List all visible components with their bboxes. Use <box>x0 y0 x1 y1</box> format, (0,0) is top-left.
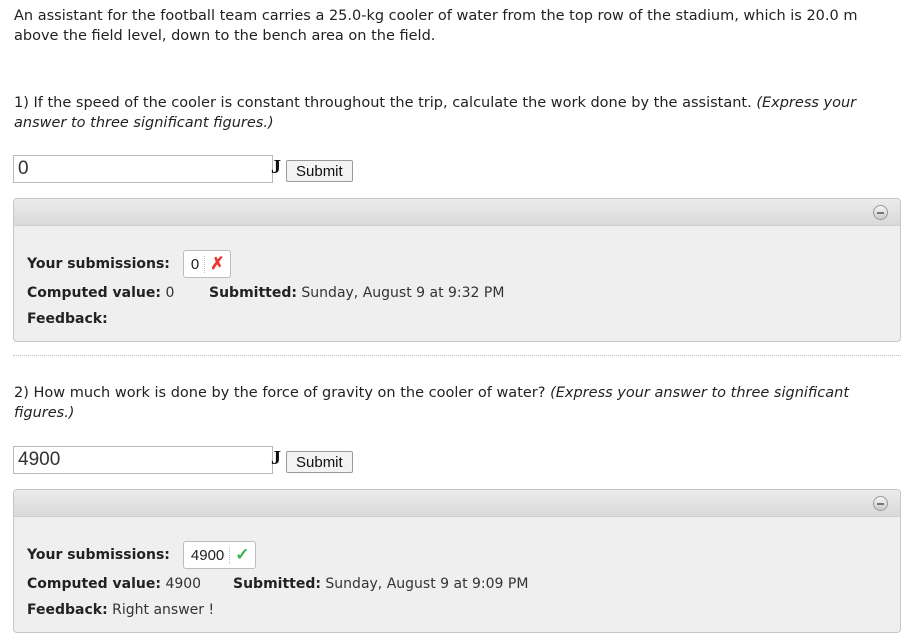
computed-value: 0 <box>165 285 175 301</box>
question-2-prompt: 2) How much work is done by the force of… <box>14 383 884 423</box>
question-1-panel-header <box>14 199 900 226</box>
question-1-prompt: 1) If the speed of the cooler is constan… <box>14 93 884 133</box>
question-2-computed-row: Computed value: 4900 <box>27 576 201 592</box>
question-2-feedback-row: Feedback: Right answer ! <box>27 602 214 618</box>
computed-value: 4900 <box>165 576 202 592</box>
check-icon: ✓ <box>235 545 250 564</box>
wrong-icon: ✗ <box>210 254 225 273</box>
question-1-submit-button[interactable]: Submit <box>286 160 353 182</box>
question-1-panel-body: Your submissions: 0 ✗ Computed value: 0 … <box>14 226 900 341</box>
question-divider <box>13 355 901 356</box>
submitted-label: Submitted: <box>209 285 297 301</box>
minus-circle-icon[interactable] <box>873 205 888 220</box>
feedback-value: Right answer ! <box>112 602 215 618</box>
submitted-value: Sunday, August 9 at 9:32 PM <box>301 285 505 301</box>
question-1-answer-input[interactable] <box>13 155 273 183</box>
question-2-unit: J <box>271 447 281 469</box>
question-1-feedback-row: Feedback: <box>27 311 108 327</box>
question-1-computed-row: Computed value: 0 <box>27 285 174 301</box>
minus-circle-icon[interactable] <box>873 496 888 511</box>
question-2-panel-body: Your submissions: 4900 ✓ Computed value:… <box>14 517 900 632</box>
submissions-label: Your submissions: <box>27 256 170 272</box>
question-1-feedback-panel: Your submissions: 0 ✗ Computed value: 0 … <box>13 198 901 342</box>
submission-chip[interactable]: 4900 ✓ <box>182 541 256 569</box>
submission-value: 4900 <box>191 546 231 564</box>
computed-label: Computed value: <box>27 576 161 592</box>
problem-intro: An assistant for the football team carri… <box>14 8 858 44</box>
question-1-number: 1) <box>14 95 29 111</box>
question-1-submitted-row: Submitted: Sunday, August 9 at 9:32 PM <box>209 285 504 301</box>
question-2-number: 2) <box>14 385 29 401</box>
submissions-label: Your submissions: <box>27 547 170 563</box>
submitted-label: Submitted: <box>233 576 321 592</box>
question-2-text: How much work is done by the force of gr… <box>33 385 546 401</box>
question-2-answer-input[interactable] <box>13 446 273 474</box>
question-2-submitted-row: Submitted: Sunday, August 9 at 9:09 PM <box>233 576 528 592</box>
question-1-text: If the speed of the cooler is constant t… <box>33 95 752 111</box>
question-2-submissions-row: Your submissions: 4900 ✓ <box>27 540 256 570</box>
question-1-unit: J <box>271 156 281 178</box>
submission-value: 0 <box>191 255 206 273</box>
submitted-value: Sunday, August 9 at 9:09 PM <box>325 576 529 592</box>
question-1-submissions-row: Your submissions: 0 ✗ <box>27 249 231 279</box>
question-2-feedback-panel: Your submissions: 4900 ✓ Computed value:… <box>13 489 901 633</box>
feedback-label: Feedback: <box>27 311 108 327</box>
submission-chip[interactable]: 0 ✗ <box>182 250 231 278</box>
question-2-submit-button[interactable]: Submit <box>286 451 353 473</box>
question-2-panel-header <box>14 490 900 517</box>
feedback-label: Feedback: <box>27 602 108 618</box>
computed-label: Computed value: <box>27 285 161 301</box>
